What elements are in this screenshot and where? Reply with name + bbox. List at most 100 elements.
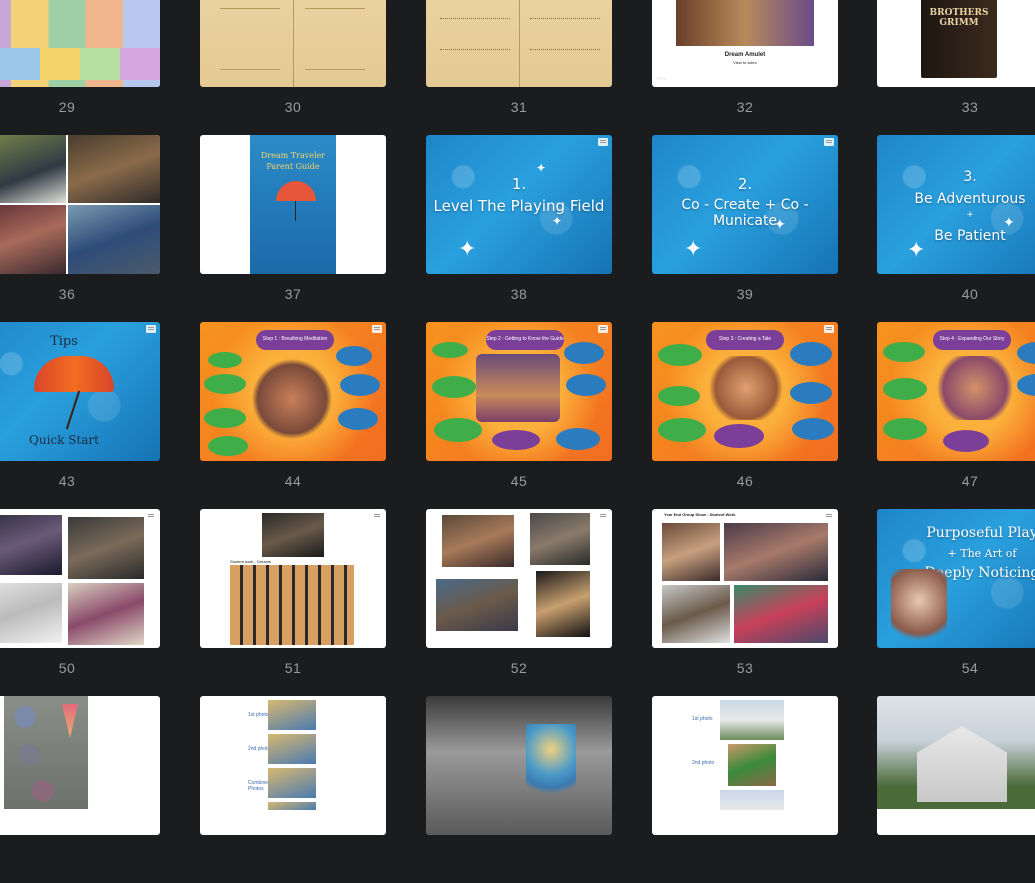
video-subtitle: View to video — [733, 60, 757, 65]
umbrella-icon — [34, 356, 114, 392]
slide-thumbnail[interactable] — [200, 0, 386, 87]
slide-number: 33 — [961, 99, 979, 115]
slide-thumbnail[interactable]: 3. Be Adventurous + Be Patient ✦ ✦ — [877, 135, 1035, 274]
slide-thumbnail[interactable] — [877, 696, 1035, 835]
slide-number: 50 — [58, 660, 76, 676]
slide-thumbnail-partial[interactable] — [426, 696, 612, 883]
slide-menu-icon[interactable] — [598, 512, 608, 520]
slide-thumbnail-partial[interactable] — [0, 696, 160, 883]
slide-38[interactable]: 1. Level The Playing Field ✦ ✦ ✦ 38 — [426, 135, 612, 322]
slide-menu-icon[interactable] — [146, 512, 156, 520]
slide-row: 1st photo 2nd photo Combined Photos 1st … — [0, 696, 1035, 883]
slide-37[interactable]: Dream Traveler Parent Guide 37 — [200, 135, 386, 322]
slide-thumbnail[interactable]: Step 2 : Getting to Know the Guide — [426, 322, 612, 461]
slide-menu-icon[interactable] — [824, 325, 834, 333]
guide-title-line1: Dream Traveler — [260, 151, 326, 160]
tips-subtitle: Quick Start — [29, 433, 99, 447]
slide-number: 51 — [284, 660, 302, 676]
photo-label: 1st photo — [248, 712, 269, 718]
photo-label: 1st photo — [692, 716, 713, 722]
star-icon: ✦ — [536, 161, 547, 175]
slide-thumbnail[interactable] — [0, 135, 160, 274]
slide-31[interactable]: 31 — [426, 0, 612, 135]
slide-thumbnail[interactable]: Dream Traveler Parent Guide — [200, 135, 386, 274]
slide-thumbnail-partial[interactable]: 1st photo 2nd photo Combined Photos — [200, 696, 386, 883]
slide-sorter-grid: 29 30 31 Dream Amulet View to video ○○○ … — [0, 0, 1035, 835]
slide-50[interactable]: 50 — [0, 509, 160, 696]
slide-thumbnail[interactable]: Purposeful Play + The Art of Deeply Noti… — [877, 509, 1035, 648]
slide-number: 39 — [736, 286, 754, 302]
slide-title-number: 3. — [963, 169, 977, 185]
slide-36[interactable]: 36 — [0, 135, 160, 322]
slide-number: 46 — [736, 473, 754, 489]
slide-thumbnail[interactable]: 2. Co - Create + Co - Municate ✦ ✦ — [652, 135, 838, 274]
slide-title: Level The Playing Field — [433, 197, 605, 215]
slide-46[interactable]: Step 3 : Creating a Tale 46 — [652, 322, 838, 509]
slide-thumbnail[interactable]: Tips Quick Start — [0, 322, 160, 461]
slide-thumbnail[interactable]: Step 3 : Creating a Tale — [652, 322, 838, 461]
slide-title: Co - Create + Co - Municate — [681, 197, 809, 229]
slide-thumbnail[interactable] — [0, 696, 160, 835]
slide-thumbnail[interactable] — [426, 509, 612, 648]
slide-45[interactable]: Step 2 : Getting to Know the Guide 45 — [426, 322, 612, 509]
slide-thumbnail[interactable] — [0, 509, 160, 648]
slide-menu-icon[interactable] — [598, 325, 608, 333]
slide-33[interactable]: BROTHERS GRIMM 33 — [877, 0, 1035, 135]
slide-caption: Student work - Dreams — [230, 559, 271, 564]
slide-thumbnail[interactable]: 1. Level The Playing Field ✦ ✦ ✦ — [426, 135, 612, 274]
slide-thumbnail[interactable]: 1st photo 2nd photo Combined Photos — [200, 696, 386, 835]
slide-thumbnail[interactable] — [426, 696, 612, 835]
slide-thumbnail[interactable]: Step 1 : Breathing Meditation — [200, 322, 386, 461]
slide-thumbnail[interactable] — [426, 0, 612, 87]
slide-number: 40 — [961, 286, 979, 302]
star-icon: ✦ — [1003, 214, 1015, 230]
slide-thumbnail-partial[interactable] — [877, 696, 1035, 883]
slide-39[interactable]: 2. Co - Create + Co - Municate ✦ ✦ 39 — [652, 135, 838, 322]
slide-47[interactable]: Step 4 : Expanding Our Story 47 — [877, 322, 1035, 509]
slide-menu-icon[interactable] — [824, 138, 834, 146]
step-title: Step 2 : Getting to Know the Guide — [486, 330, 564, 350]
slide-thumbnail[interactable]: Student work - Dreams — [200, 509, 386, 648]
slide-44[interactable]: Step 1 : Breathing Meditation 44 — [200, 322, 386, 509]
slide-menu-icon[interactable] — [372, 512, 382, 520]
slide-row: 50 Student work - Dreams 51 52 Year End … — [0, 509, 1035, 696]
slide-menu-icon[interactable] — [372, 325, 382, 333]
slide-menu-icon[interactable] — [824, 512, 834, 520]
slide-thumbnail[interactable]: 1st photo 2nd photo — [652, 696, 838, 835]
slide-row: 36 Dream Traveler Parent Guide 37 1. Lev… — [0, 135, 1035, 322]
slide-thumbnail-partial[interactable]: 1st photo 2nd photo — [652, 696, 838, 883]
slide-29[interactable]: 29 — [0, 0, 160, 135]
slide-30[interactable]: 30 — [200, 0, 386, 135]
video-controls-icon[interactable]: ○○○ — [657, 76, 675, 82]
slide-number: 52 — [510, 660, 528, 676]
slide-row: Tips Quick Start 43 Step 1 : Breathing M… — [0, 322, 1035, 509]
slide-40[interactable]: 3. Be Adventurous + Be Patient ✦ ✦ 40 — [877, 135, 1035, 322]
slide-number: 54 — [961, 660, 979, 676]
slide-thumbnail[interactable]: Year End Group Show - Student Work — [652, 509, 838, 648]
slide-title: Purposeful Play — [926, 525, 1035, 541]
slide-thumbnail[interactable] — [0, 0, 160, 87]
star-icon: ✦ — [774, 216, 786, 232]
photo-label: Combined Photos — [248, 780, 271, 792]
slide-menu-icon[interactable] — [598, 138, 608, 146]
photo-label: 2nd photo — [692, 760, 715, 766]
slide-menu-icon[interactable] — [146, 325, 156, 333]
slide-43[interactable]: Tips Quick Start 43 — [0, 322, 160, 509]
slide-number: 43 — [58, 473, 76, 489]
slide-thumbnail[interactable]: Step 4 : Expanding Our Story — [877, 322, 1035, 461]
slide-thumbnail[interactable]: BROTHERS GRIMM — [877, 0, 1035, 87]
slide-32[interactable]: Dream Amulet View to video ○○○ 32 — [652, 0, 838, 135]
slide-52[interactable]: 52 — [426, 509, 612, 696]
video-title: Dream Amulet — [724, 52, 766, 58]
star-icon: ✦ — [907, 237, 926, 262]
slide-number: 29 — [58, 99, 76, 115]
slide-number: 37 — [284, 286, 302, 302]
slide-51[interactable]: Student work - Dreams 51 — [200, 509, 386, 696]
tips-title: Tips — [50, 334, 78, 349]
slide-54[interactable]: Purposeful Play + The Art of Deeply Noti… — [877, 509, 1035, 696]
slide-thumbnail[interactable]: Dream Amulet View to video ○○○ — [652, 0, 838, 87]
step-title: Step 3 : Creating a Tale — [706, 330, 784, 350]
slide-53[interactable]: Year End Group Show - Student Work 53 — [652, 509, 838, 696]
step-title: Step 1 : Breathing Meditation — [256, 330, 334, 350]
star-icon: ✦ — [684, 236, 703, 261]
